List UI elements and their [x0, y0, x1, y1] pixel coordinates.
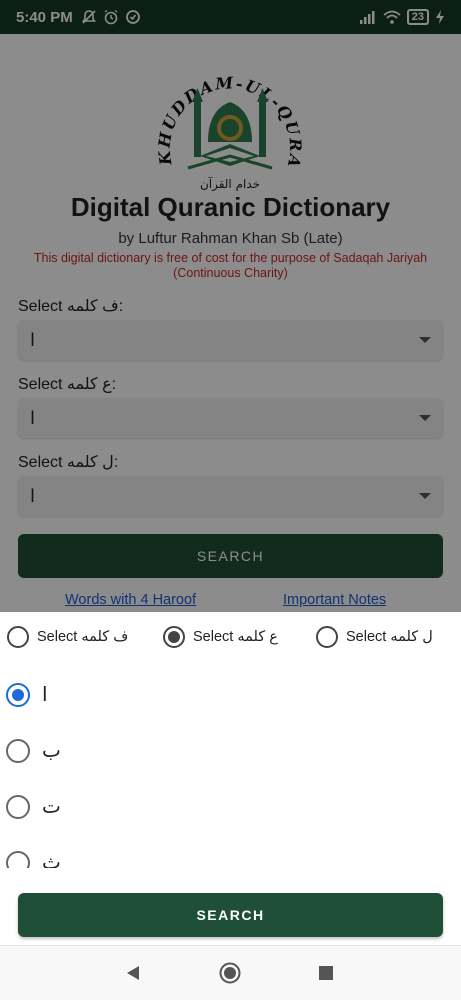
letter-item-ta[interactable]: ت	[6, 794, 61, 819]
option-lam-label: Select ل کلمه	[346, 629, 433, 645]
back-icon[interactable]	[124, 964, 142, 982]
letter-item-tha[interactable]: ث	[6, 850, 61, 868]
radio-button-selected[interactable]	[163, 626, 185, 648]
scrim-overlay[interactable]	[0, 0, 461, 612]
radio-button[interactable]	[6, 850, 30, 868]
option-fa[interactable]: Select ف کلمه	[7, 626, 128, 648]
letter-list: ا ب ت ث	[0, 668, 461, 868]
option-fa-label: Select ف کلمه	[37, 629, 129, 645]
letter-label: ب	[42, 740, 61, 762]
field-selector-row: Select ف کلمه Select ع کلمه Select ل کلم…	[0, 626, 461, 656]
bottom-sheet: Select ف کلمه Select ع کلمه Select ل کلم…	[0, 612, 461, 945]
radio-button[interactable]	[7, 626, 29, 648]
letter-item-ba[interactable]: ب	[6, 738, 61, 763]
radio-button[interactable]	[6, 794, 30, 819]
system-nav-bar	[0, 945, 461, 1000]
radio-button[interactable]	[316, 626, 338, 648]
option-lam[interactable]: Select ل کلمه	[316, 626, 433, 648]
radio-button-selected[interactable]	[6, 682, 30, 707]
recents-icon[interactable]	[318, 965, 334, 981]
radio-button[interactable]	[6, 738, 30, 763]
letter-label: ث	[42, 852, 61, 868]
letter-label: ت	[42, 796, 61, 818]
home-icon[interactable]	[219, 962, 241, 984]
letter-item-alif[interactable]: ا	[6, 682, 48, 707]
sheet-search-button[interactable]: SEARCH	[18, 893, 443, 937]
letter-label: ا	[42, 684, 48, 706]
option-ain-label: Select ع کلمه	[193, 629, 278, 645]
option-ain[interactable]: Select ع کلمه	[163, 626, 278, 648]
